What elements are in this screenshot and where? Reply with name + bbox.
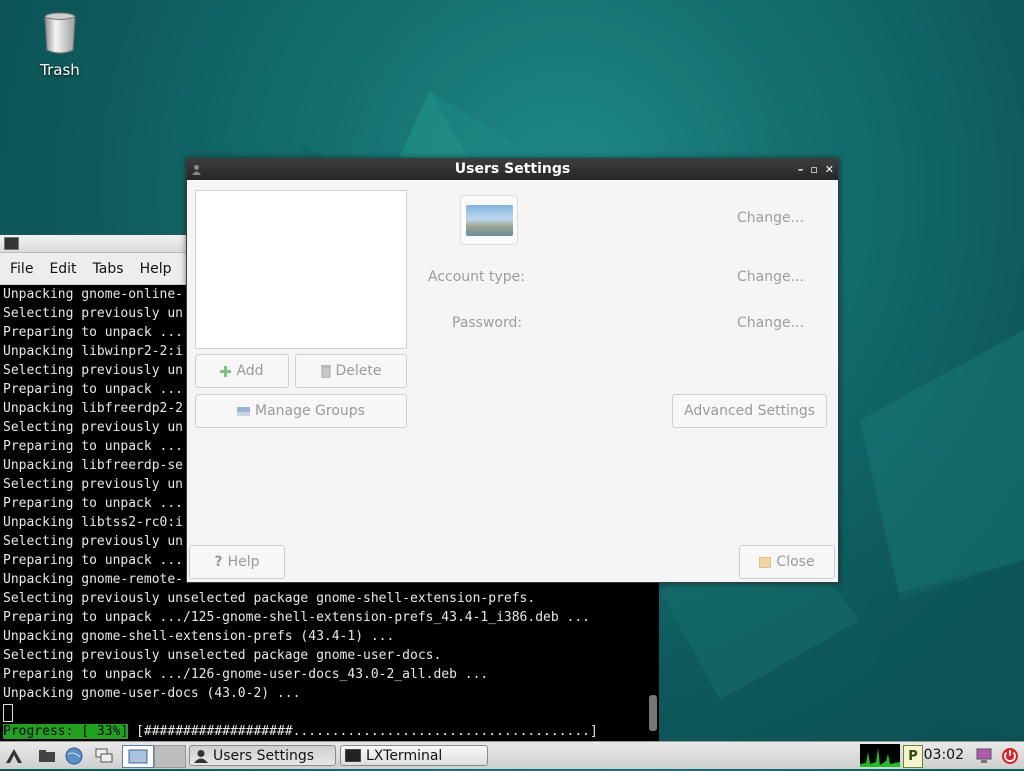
close-button[interactable]: Close — [739, 545, 835, 579]
terminal-icon — [345, 749, 361, 762]
progress-line: Progress: [ 33%] [###################...… — [3, 722, 656, 741]
trash-desktop-icon[interactable]: Trash — [26, 12, 94, 79]
add-user-button[interactable]: Add — [195, 354, 289, 388]
advanced-settings-label: Advanced Settings — [683, 403, 816, 419]
progress-label: Progress: [ 33%] — [3, 724, 129, 739]
terminal-scrollbar[interactable] — [649, 695, 657, 731]
window-preview-icon — [128, 749, 148, 764]
maximize-icon[interactable]: ▫ — [810, 159, 817, 180]
account-type-label: Account type: — [428, 269, 525, 285]
terminal-app-icon — [4, 237, 19, 250]
web-browser-icon[interactable] — [64, 746, 84, 765]
change-password-link[interactable]: Change... — [737, 315, 804, 331]
advanced-settings-button[interactable]: Advanced Settings — [672, 394, 827, 428]
task-lxterminal[interactable]: LXTerminal — [340, 745, 488, 766]
add-label: Add — [236, 363, 264, 379]
password-label: Password: — [452, 315, 523, 331]
desktop-pager-2[interactable] — [154, 745, 186, 768]
workspace-switcher-icon[interactable] — [94, 746, 114, 765]
delete-label: Delete — [335, 363, 382, 379]
clock[interactable]: 03:02 — [924, 742, 964, 769]
progress-bar-text: [###################....................… — [136, 724, 598, 739]
trash-icon — [44, 12, 76, 54]
close-icon — [759, 556, 772, 568]
terminal-line: Preparing to unpack .../125-gnome-shell-… — [3, 610, 590, 625]
terminal-line: Preparing to unpack .../126-gnome-user-d… — [3, 667, 489, 682]
task-label: LXTerminal — [366, 747, 443, 764]
task-label: Users Settings — [213, 747, 315, 764]
menu-edit[interactable]: Edit — [41, 261, 84, 277]
change-avatar-link[interactable]: Change... — [737, 210, 804, 226]
dialog-titlebar[interactable]: Users Settings – ▫ ✕ — [187, 159, 838, 180]
terminal-line: Selecting previously unselected package … — [3, 591, 536, 606]
avatar-picture — [465, 204, 513, 236]
groups-icon — [237, 406, 250, 416]
dialog-title: Users Settings — [454, 161, 571, 177]
menu-help[interactable]: Help — [132, 261, 180, 277]
window-controls: – ▫ ✕ — [798, 159, 834, 180]
manage-groups-label: Manage Groups — [255, 403, 365, 419]
help-button[interactable]: ? Help — [189, 545, 285, 579]
user-list[interactable] — [195, 190, 407, 349]
terminal-cursor — [3, 703, 13, 722]
user-icon — [194, 749, 208, 763]
users-settings-dialog[interactable]: Users Settings – ▫ ✕ Change... Account t… — [186, 158, 839, 583]
task-users-settings[interactable]: Users Settings — [189, 745, 336, 766]
file-manager-icon[interactable] — [37, 746, 57, 765]
menu-file[interactable]: File — [2, 261, 41, 277]
manage-groups-button[interactable]: Manage Groups — [195, 394, 407, 428]
change-account-type-link[interactable]: Change... — [737, 269, 804, 285]
terminal-line: Unpacking gnome-shell-extension-prefs (4… — [3, 629, 395, 644]
trash-small-icon — [320, 364, 331, 378]
plus-icon — [220, 365, 232, 377]
taskbar: Users Settings LXTerminal P 03:02 — [0, 741, 1024, 769]
delete-user-button[interactable]: Delete — [295, 354, 407, 388]
cpu-monitor-icon — [860, 744, 900, 767]
terminal-line: Selecting previously unselected package … — [3, 648, 442, 663]
user-icon — [192, 165, 201, 175]
start-menu-icon[interactable] — [4, 746, 24, 765]
indicator-p-icon[interactable]: P — [903, 745, 923, 768]
terminal-line: Unpacking gnome-user-docs (43.0-2) ... — [3, 686, 301, 701]
minimize-icon[interactable]: – — [798, 159, 804, 180]
menu-tabs[interactable]: Tabs — [85, 261, 132, 277]
help-label: Help — [227, 554, 260, 570]
screen-lock-icon[interactable] — [974, 746, 994, 765]
trash-label: Trash — [40, 61, 80, 79]
close-window-icon[interactable]: ✕ — [825, 159, 834, 180]
close-label: Close — [776, 554, 815, 570]
power-icon[interactable] — [1000, 746, 1020, 765]
help-icon: ? — [214, 554, 223, 570]
desktop-pager-1[interactable] — [122, 745, 154, 768]
terminal-cursor-line — [3, 703, 656, 722]
avatar-button[interactable] — [460, 195, 518, 245]
